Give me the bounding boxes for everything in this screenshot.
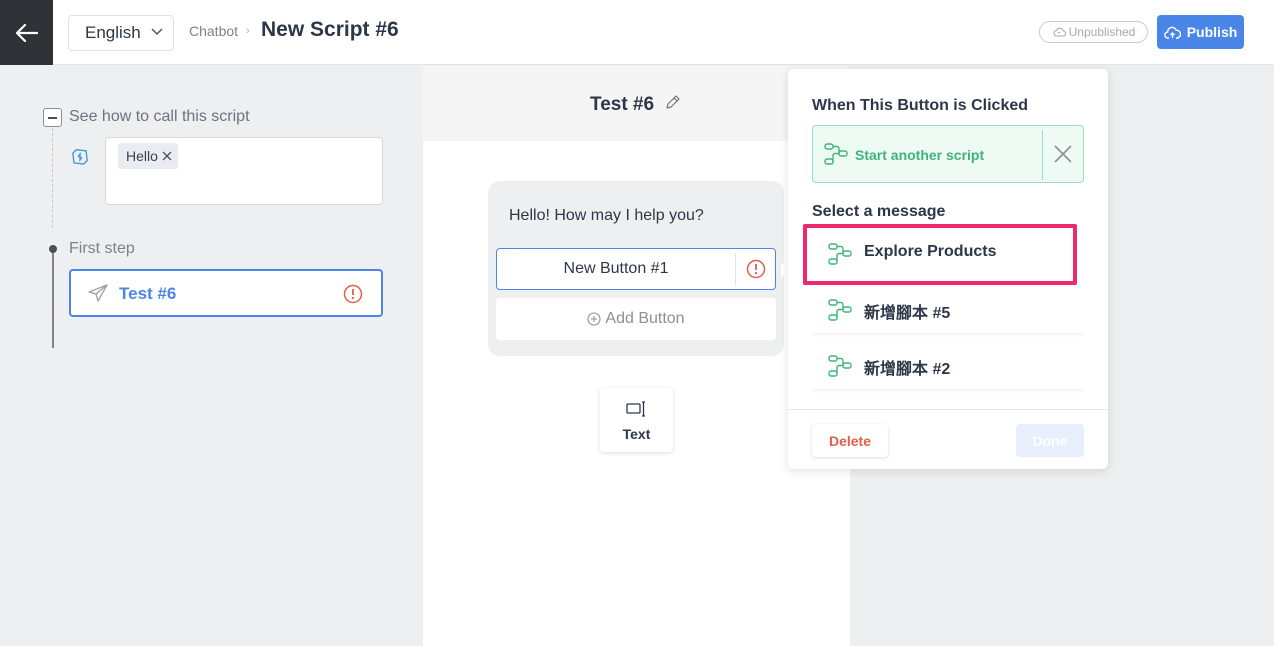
- done-button[interactable]: Done: [1016, 424, 1084, 457]
- message-list: Explore Products 新增腳本 #5 新增腳本 #2: [812, 227, 1084, 401]
- send-icon: [88, 284, 108, 302]
- add-button[interactable]: Add Button: [496, 298, 776, 340]
- call-script-label[interactable]: See how to call this script: [69, 108, 250, 126]
- message-button-label: New Button #1: [563, 260, 669, 277]
- breadcrumb-separator-icon: ›: [246, 25, 250, 37]
- script-flow-icon: [824, 143, 848, 165]
- warning-icon: [343, 284, 363, 304]
- tree-connector-solid: [52, 250, 54, 348]
- action-divider: [1042, 130, 1043, 180]
- arrow-left-icon: [15, 23, 38, 42]
- panel-title: When This Button is Clicked: [812, 97, 1029, 114]
- list-item-explore-products[interactable]: Explore Products: [812, 227, 1084, 277]
- top-bar: English Chatbot › New Script #6 Unpublis…: [0, 0, 1274, 65]
- canvas-header: Test #6: [423, 66, 850, 141]
- keyword-tag: Hello: [118, 143, 178, 169]
- text-tool-button[interactable]: Text: [600, 388, 673, 452]
- message-bubble[interactable]: Hello! How may I help you? New Button #1…: [488, 181, 789, 356]
- language-value: English: [85, 23, 141, 42]
- status-badge-label: Unpublished: [1068, 25, 1136, 39]
- cloud-off-icon: [1053, 27, 1066, 37]
- list-item-label: 新增腳本 #5: [864, 305, 951, 322]
- selected-action[interactable]: Start another script: [812, 125, 1084, 183]
- step-dot: [49, 245, 57, 253]
- tag-icon: [72, 148, 88, 165]
- publish-label: Publish: [1186, 24, 1238, 40]
- plus-circle-icon: [587, 312, 601, 326]
- first-step-label: First step: [69, 240, 135, 257]
- message-button[interactable]: New Button #1: [496, 248, 776, 290]
- back-button[interactable]: [0, 0, 53, 65]
- step-card-label: Test #6: [119, 284, 177, 303]
- canvas-title: Test #6: [590, 94, 655, 115]
- step-card-test-6[interactable]: Test #6: [69, 269, 383, 317]
- collapse-toggle[interactable]: [43, 108, 62, 127]
- list-item-partial[interactable]: [812, 395, 1084, 401]
- warning-icon: [746, 259, 766, 279]
- close-icon[interactable]: [162, 151, 172, 161]
- close-icon[interactable]: [1053, 144, 1073, 164]
- select-message-label: Select a message: [812, 203, 946, 220]
- action-label: Start another script: [855, 147, 985, 163]
- add-button-label: Add Button: [605, 310, 685, 327]
- cloud-upload-icon: [1163, 26, 1181, 39]
- language-select[interactable]: English: [68, 15, 174, 51]
- page-title: New Script #6: [261, 18, 399, 41]
- breadcrumb: Chatbot ›: [189, 23, 258, 39]
- publish-button[interactable]: Publish: [1157, 15, 1244, 49]
- delete-button[interactable]: Delete: [812, 424, 888, 457]
- tree-connector: [52, 128, 53, 228]
- script-flow-icon: [828, 299, 852, 321]
- panel-footer-divider: [788, 409, 1108, 410]
- script-flow-icon: [828, 243, 852, 265]
- button-action-panel: When This Button is Clicked Start anothe…: [788, 69, 1108, 469]
- button-divider: [735, 253, 736, 285]
- script-flow-icon: [828, 355, 852, 377]
- text-icon: [626, 401, 645, 417]
- list-item-label: Explore Products: [864, 243, 997, 260]
- breadcrumb-chatbot[interactable]: Chatbot: [189, 23, 238, 39]
- text-tool-label: Text: [622, 426, 651, 442]
- chevron-down-icon: [151, 28, 163, 36]
- message-text: Hello! How may I help you?: [509, 207, 704, 224]
- status-badge: Unpublished: [1039, 21, 1148, 43]
- keyword-input[interactable]: Hello: [105, 137, 383, 205]
- pencil-icon[interactable]: [665, 95, 680, 110]
- keyword-tag-label: Hello: [126, 148, 158, 164]
- list-item-label: 新增腳本 #2: [864, 361, 951, 378]
- list-item-script-5[interactable]: 新增腳本 #5: [812, 283, 1084, 333]
- script-canvas: Test #6 Hello! How may I help you? New B…: [423, 66, 850, 646]
- list-item-script-2[interactable]: 新增腳本 #2: [812, 339, 1084, 389]
